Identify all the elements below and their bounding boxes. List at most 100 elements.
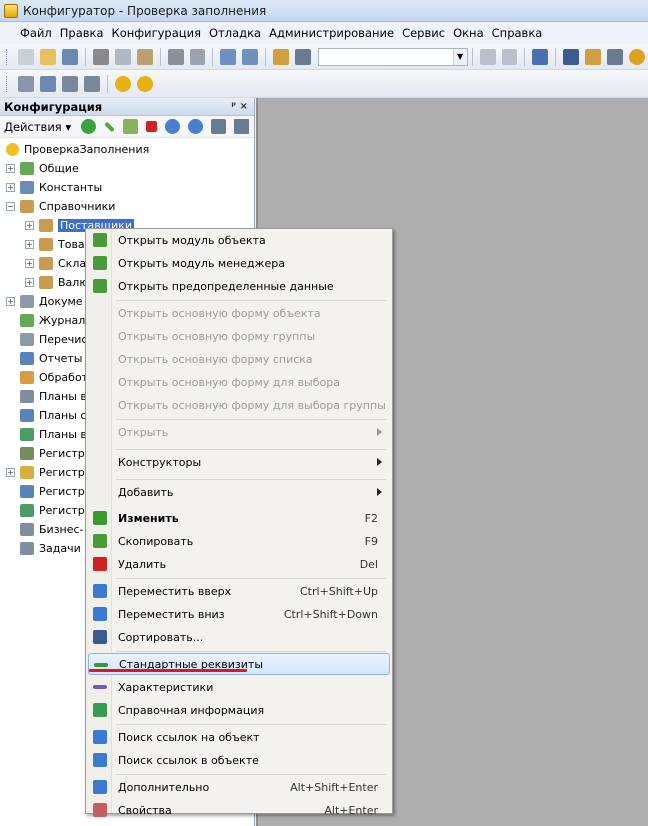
run-debug-icon[interactable] <box>115 75 131 92</box>
cut-icon[interactable] <box>92 48 109 65</box>
menu-item-4[interactable]: Администрирование <box>265 26 398 40</box>
chevron-down-icon[interactable]: ▼ <box>452 48 467 65</box>
update-db-icon[interactable] <box>40 75 56 92</box>
add-icon[interactable] <box>81 119 97 134</box>
context-menu-item[interactable]: Открыть модуль объекта <box>88 229 390 251</box>
find-in-tree-icon[interactable] <box>273 48 290 65</box>
tree-expander-icon[interactable]: + <box>6 468 15 477</box>
tree-expander-icon[interactable]: + <box>25 221 34 230</box>
menu-separator <box>116 419 386 420</box>
context-menu-item[interactable]: Поиск ссылок в объекте <box>88 749 390 771</box>
context-menu-item[interactable]: Свойства Alt+Enter <box>88 799 390 821</box>
context-menu-item[interactable]: Поиск ссылок на объект <box>88 726 390 748</box>
context-menu-item-label: Конструкторы <box>118 455 202 469</box>
context-menu-item[interactable]: Справочная информация <box>88 699 390 721</box>
db-config-icon[interactable] <box>62 75 78 92</box>
documents-icon <box>20 295 34 308</box>
menu-item-7[interactable]: Справка <box>488 26 547 40</box>
find-refs-in-icon <box>93 753 107 767</box>
edit-icon[interactable] <box>104 121 115 132</box>
tree-item-label: Журнал <box>39 314 86 327</box>
delete-icon[interactable] <box>146 121 158 132</box>
paste-icon[interactable] <box>136 48 153 65</box>
context-menu-item[interactable]: Характеристики <box>88 676 390 698</box>
context-menu-item[interactable]: Открыть предопределенные данные <box>88 275 390 297</box>
tree-expander-icon[interactable]: + <box>6 297 15 306</box>
context-menu-item[interactable]: Скопировать F9 <box>88 530 390 552</box>
go-back-icon[interactable] <box>479 48 496 65</box>
run-enterprise-icon[interactable] <box>137 75 153 92</box>
reports-icon <box>20 352 34 365</box>
menu-item-1[interactable]: Правка <box>56 26 108 40</box>
search-combo-input[interactable]: ▼ <box>318 47 468 66</box>
menu-item-3[interactable]: Отладка <box>205 26 265 40</box>
context-menu-item[interactable]: Переместить вниз Ctrl+Shift+Down <box>88 603 390 625</box>
shortcut-label: F9 <box>364 534 378 548</box>
toolbar-separator <box>524 47 526 66</box>
toolbar-separator <box>212 47 214 66</box>
open-config-icon[interactable] <box>18 75 34 92</box>
help-icon[interactable] <box>607 48 624 65</box>
save-icon[interactable] <box>61 48 78 65</box>
context-menu-item[interactable]: Переместить вверх Ctrl+Shift+Up <box>88 580 390 602</box>
tree-item[interactable]: + Общие <box>0 159 254 178</box>
context-menu-item[interactable]: Дополнительно Alt+Shift+Enter <box>88 776 390 798</box>
open-icon[interactable] <box>39 48 56 65</box>
toolbar-separator <box>84 47 86 66</box>
tree-expander-icon[interactable]: + <box>25 240 34 249</box>
menu-item-0[interactable]: Файл <box>16 26 56 40</box>
tree-expander-icon[interactable]: + <box>25 259 34 268</box>
business-processes-icon <box>20 523 34 536</box>
redo-icon[interactable] <box>242 48 259 65</box>
accounting-registers-icon <box>20 485 34 498</box>
menu-separator <box>116 774 386 775</box>
tree-expander-icon[interactable]: + <box>6 183 15 192</box>
panel-pin-close-icon[interactable]: ᵖ × <box>231 101 248 112</box>
context-menu-item[interactable]: Удалить Del <box>88 553 390 575</box>
undo-icon[interactable] <box>220 48 237 65</box>
context-menu-item: Открыть основную форму для выбора <box>88 371 390 393</box>
filter-icon[interactable] <box>234 119 250 134</box>
catalog-icon <box>39 257 53 270</box>
context-menu-item[interactable]: Конструкторы <box>88 451 390 473</box>
tree-expander-icon[interactable]: − <box>6 202 15 211</box>
toolbar-grip[interactable] <box>6 48 9 65</box>
help-search-icon[interactable] <box>585 48 602 65</box>
copy-icon[interactable] <box>114 48 131 65</box>
copy-icon[interactable] <box>123 119 139 134</box>
module-manager-icon <box>93 256 107 270</box>
catalogs-icon <box>20 200 34 213</box>
tree-item[interactable]: + Константы <box>0 178 254 197</box>
info-icon[interactable] <box>629 48 646 65</box>
menu-item-2[interactable]: Конфигурация <box>108 26 205 40</box>
context-menu-item[interactable]: Изменить F2 <box>88 507 390 529</box>
tree-item[interactable]: − Справочники <box>0 197 254 216</box>
context-menu-item[interactable]: Открыть модуль менеджера <box>88 252 390 274</box>
new-file-icon[interactable] <box>17 48 34 65</box>
context-menu-item[interactable]: Добавить <box>88 481 390 503</box>
context-menu-item[interactable]: Сортировать... <box>88 626 390 648</box>
toolbar-grip[interactable] <box>6 75 9 92</box>
preview-icon[interactable] <box>189 48 206 65</box>
tree-item-label: Планы в <box>39 428 87 441</box>
compare-icon[interactable] <box>84 75 100 92</box>
search-icon[interactable] <box>295 48 312 65</box>
print-icon[interactable] <box>167 48 184 65</box>
move-down-icon[interactable] <box>188 119 204 134</box>
windows-icon[interactable] <box>532 48 549 65</box>
context-menu: Открыть модуль объекта Открыть модуль мен… <box>85 228 393 817</box>
tree-item[interactable]: ПроверкаЗаполнения <box>0 140 254 159</box>
go-forward-icon[interactable] <box>501 48 518 65</box>
shortcut-label: Ctrl+Shift+Up <box>299 584 378 598</box>
shortcut-label: Del <box>359 557 378 571</box>
menu-item-5[interactable]: Сервис <box>398 26 449 40</box>
menu-item-6[interactable]: Окна <box>449 26 488 40</box>
sort-icon[interactable] <box>211 119 227 134</box>
actions-menu-button[interactable]: Действия ▾ <box>4 120 71 134</box>
syntax-assistant-icon[interactable] <box>563 48 580 65</box>
tree-item-label: Регистр <box>39 485 85 498</box>
tree-item-label: Отчеты <box>39 352 83 365</box>
move-up-icon[interactable] <box>165 119 181 134</box>
tree-expander-icon[interactable]: + <box>6 164 15 173</box>
tree-expander-icon[interactable]: + <box>25 278 34 287</box>
